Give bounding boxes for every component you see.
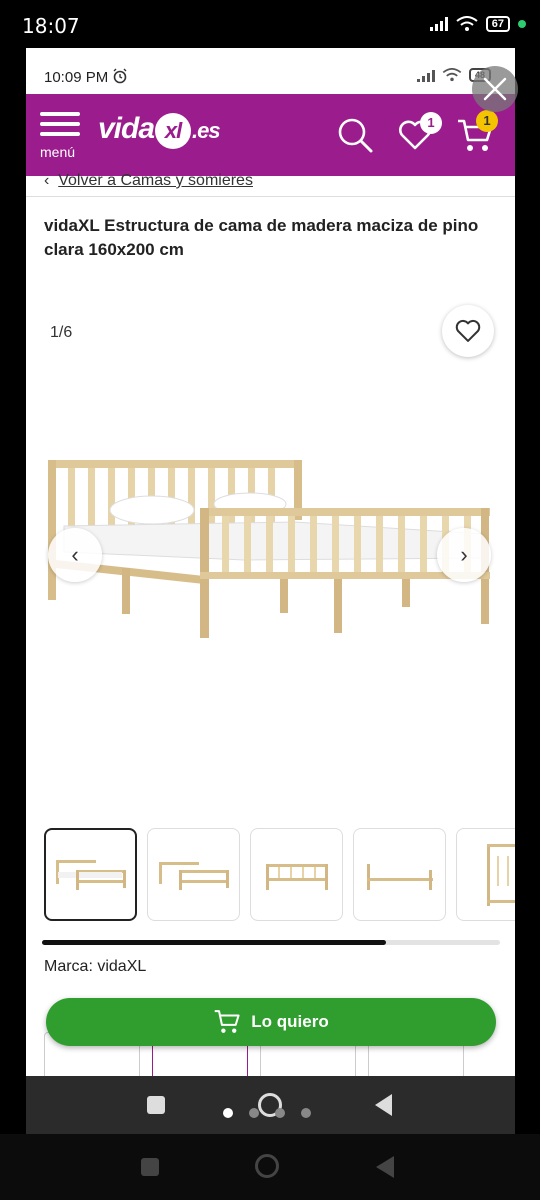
wishlist-count-badge: 1: [420, 112, 442, 134]
wifi-icon: [456, 16, 478, 31]
back-to-category-link[interactable]: Volver a Camas y somieres: [58, 172, 253, 189]
image-counter: 1/6: [50, 324, 73, 341]
bed-thumbnail-image: [55, 859, 126, 890]
add-to-wishlist-button[interactable]: [442, 305, 494, 357]
next-image-button[interactable]: ›: [437, 528, 491, 582]
chevron-left-icon: ‹: [44, 172, 50, 189]
browser-screen: 10:09 PM 48 menú vidaxl.es 1 1: [26, 48, 515, 1076]
cart-icon: [214, 1010, 240, 1033]
bed-thumbnail-image: [366, 863, 433, 890]
signal-icon: [429, 17, 448, 31]
pager-dot: [249, 1108, 259, 1118]
bed-thumbnail-image: [158, 861, 229, 890]
product-title: vidaXL Estructura de cama de madera maci…: [44, 216, 479, 259]
logo-text-left: vida: [98, 112, 155, 145]
heart-icon: [455, 319, 481, 342]
close-button[interactable]: [472, 66, 518, 112]
bed-thumbnail-image: [265, 863, 328, 890]
outer-navigation-bar: [0, 1134, 540, 1200]
menu-icon-bar: [40, 132, 80, 136]
add-to-cart-label: Lo quiero: [251, 1012, 329, 1031]
battery-icon: 67: [485, 16, 510, 32]
signal-icon: [416, 68, 435, 82]
pager-dot: [301, 1108, 311, 1118]
wishlist-button[interactable]: 1: [398, 112, 442, 155]
product-image[interactable]: [44, 448, 496, 648]
alarm-icon: [113, 68, 127, 84]
outer-status-bar: 18:07 67: [0, 0, 540, 48]
cart-count-badge: 1: [476, 110, 498, 132]
inner-status-bar: 10:09 PM 48: [26, 48, 515, 94]
site-logo[interactable]: vida xl .es: [98, 112, 221, 149]
menu-label: menú: [40, 144, 76, 160]
recents-button[interactable]: [141, 1158, 159, 1176]
divider: [26, 196, 515, 197]
outer-status-icons: 67: [429, 16, 526, 32]
previous-image-button[interactable]: ‹: [48, 528, 102, 582]
back-button[interactable]: [375, 1094, 392, 1116]
wifi-icon: [442, 68, 462, 82]
menu-icon-bar: [40, 122, 80, 126]
recents-button[interactable]: [147, 1096, 165, 1114]
inner-clock: 10:09 PM: [44, 68, 128, 86]
thumbnail[interactable]: [353, 828, 446, 921]
inner-navigation-bar: [26, 1076, 515, 1134]
menu-button[interactable]: menú: [40, 112, 84, 160]
thumbnail[interactable]: [44, 828, 137, 921]
chevron-left-icon: ‹: [71, 542, 79, 567]
bed-thumbnail-image: [486, 843, 515, 906]
outer-clock: 18:07: [22, 14, 80, 38]
thumbnail-scrollbar-thumb[interactable]: [42, 940, 386, 945]
bed-frame-image: [48, 460, 490, 638]
menu-icon: [40, 112, 80, 116]
brand-label: Marca: vidaXL: [44, 958, 147, 975]
thumbnail-scrollbar[interactable]: [42, 940, 500, 945]
pager-dot: [275, 1108, 285, 1118]
site-header: menú vida xl .es 1 1: [26, 94, 515, 176]
thumbnail[interactable]: [147, 828, 240, 921]
add-to-cart-button[interactable]: Lo quiero: [46, 998, 496, 1046]
thumbnail[interactable]: [456, 828, 515, 921]
home-button[interactable]: [255, 1154, 279, 1178]
thumbnail[interactable]: [250, 828, 343, 921]
logo-mark: xl: [155, 113, 192, 149]
pager-dot: [223, 1108, 233, 1118]
pager-dots: [223, 1108, 311, 1118]
indicator-dot: [518, 20, 526, 28]
close-icon: [483, 77, 507, 101]
thumbnail-strip: [44, 828, 515, 922]
breadcrumb: ‹ Volver a Camas y somieres: [44, 172, 253, 190]
search-icon: [338, 118, 373, 153]
search-button[interactable]: [336, 116, 374, 159]
back-button[interactable]: [376, 1156, 394, 1178]
chevron-right-icon: ›: [460, 542, 468, 567]
cart-button[interactable]: 1: [456, 110, 498, 159]
logo-text-right: .es: [192, 118, 221, 143]
